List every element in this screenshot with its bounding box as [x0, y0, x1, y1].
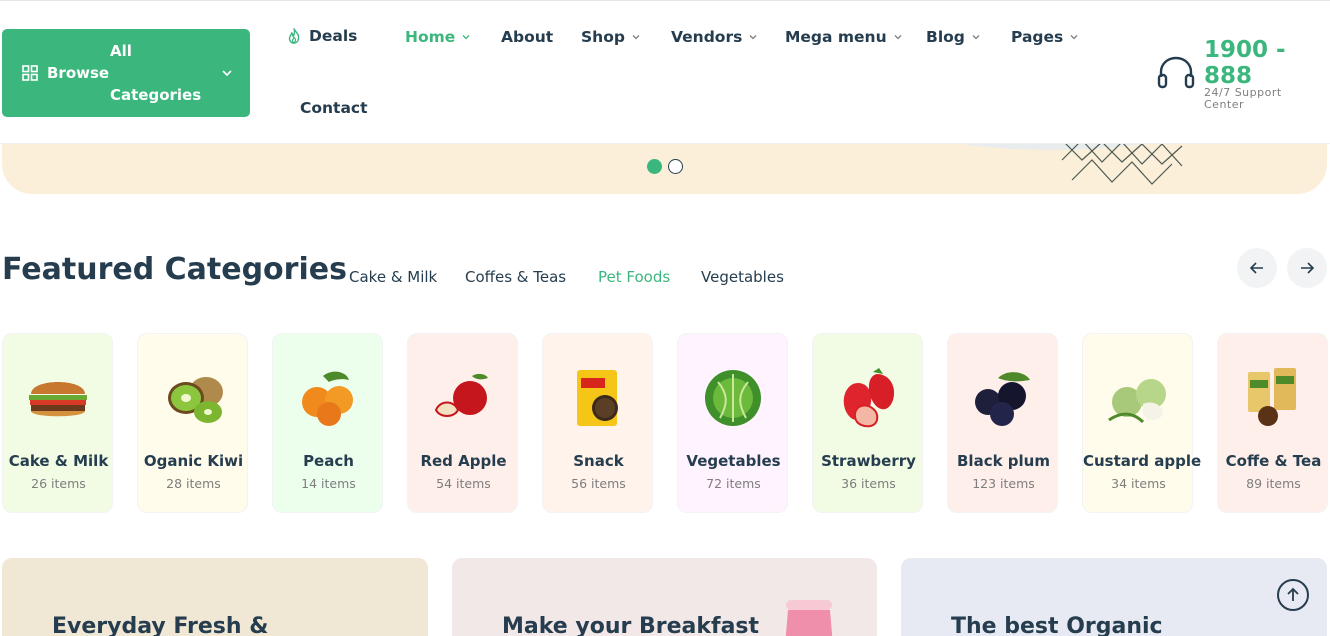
promo-banner[interactable]: Make your Breakfast	[452, 558, 877, 636]
nav-pages-label: Pages	[1011, 28, 1064, 46]
nav-shop-label: Shop	[581, 28, 625, 46]
site-header: All Browse Categories Deals Home About S…	[0, 0, 1330, 143]
category-name: Black plum	[957, 452, 1050, 470]
promo-banner[interactable]: Everyday Fresh &	[2, 558, 428, 636]
nav-home[interactable]: Home	[405, 28, 471, 46]
nav-blog[interactable]: Blog	[926, 28, 981, 46]
nav-vendors-label: Vendors	[671, 28, 743, 46]
category-card[interactable]: Peach 14 items	[272, 333, 383, 513]
promo-title: Everyday Fresh &	[52, 614, 269, 636]
category-count: 54 items	[436, 476, 491, 491]
coffee-tea-pack-icon	[1248, 368, 1296, 426]
category-card[interactable]: Vegetables 72 items	[677, 333, 788, 513]
category-name: Vegetables	[686, 452, 781, 470]
scroll-to-top-button[interactable]	[1277, 579, 1309, 611]
category-name: Peach	[303, 452, 354, 470]
nav-deals-label: Deals	[309, 27, 358, 45]
support-label: 24/7 Support Center	[1204, 86, 1282, 111]
featured-categories-title: Featured Categories	[2, 252, 347, 287]
category-count: 26 items	[31, 476, 86, 491]
cabbage-icon	[705, 370, 761, 426]
browse-label-categories: Categories	[110, 86, 202, 104]
category-count: 14 items	[301, 476, 356, 491]
chevron-down-icon	[894, 35, 902, 40]
nav-vendors[interactable]: Vendors	[671, 28, 758, 46]
category-card[interactable]: Strawberry 36 items	[812, 333, 923, 513]
nav-pages[interactable]: Pages	[1011, 28, 1079, 46]
category-card[interactable]: Coffe & Tea 89 items	[1217, 333, 1328, 513]
category-count: 28 items	[166, 476, 221, 491]
support-contact: 1900 - 888 24/7 Support Center	[1157, 37, 1317, 117]
kiwi-icon	[168, 377, 223, 423]
nav-mega-menu[interactable]: Mega menu	[785, 28, 903, 46]
category-name: Oganic Kiwi	[143, 452, 244, 470]
custard-apple-icon	[1108, 379, 1166, 424]
category-count: 36 items	[841, 476, 896, 491]
promo-title: The best Organic	[951, 614, 1163, 636]
category-name: Strawberry	[821, 452, 916, 470]
category-card[interactable]: Black plum 123 items	[947, 333, 1058, 513]
category-name: Red Apple	[420, 452, 507, 470]
nav-shop[interactable]: Shop	[581, 28, 641, 46]
apple-icon	[434, 373, 488, 417]
nav-home-label: Home	[405, 28, 456, 46]
tab-pet-foods[interactable]: Pet Foods	[598, 268, 670, 286]
category-name: Snack	[573, 452, 624, 470]
milk-bottle-image	[785, 600, 833, 636]
chevron-down-icon	[222, 70, 232, 77]
category-name: Coffe & Tea	[1225, 452, 1322, 470]
chevron-down-icon	[462, 35, 470, 40]
flame-icon	[288, 28, 300, 44]
strawberry-icon	[843, 368, 895, 428]
nav-deals[interactable]: Deals	[285, 27, 357, 45]
arrow-left-icon	[1249, 262, 1263, 274]
snack-pack-icon	[577, 370, 618, 426]
nav-about-label: About	[501, 28, 554, 46]
burger-icon	[29, 382, 87, 417]
carousel-prev-button[interactable]	[1237, 248, 1277, 288]
plum-icon	[975, 372, 1030, 426]
chevron-down-icon	[749, 35, 757, 40]
arrow-right-icon	[1301, 262, 1315, 274]
category-card[interactable]: Custard apple 34 items	[1082, 333, 1202, 513]
category-count: 72 items	[706, 476, 761, 491]
browse-categories-button[interactable]: All Browse Categories	[2, 29, 250, 117]
category-card[interactable]: Oganic Kiwi 28 items	[137, 333, 248, 513]
nav-contact[interactable]: Contact	[300, 99, 368, 117]
tab-cake-milk[interactable]: Cake & Milk	[349, 268, 437, 286]
grid-icon	[22, 65, 38, 81]
category-count: 89 items	[1246, 476, 1301, 491]
headphones-icon	[1157, 56, 1195, 89]
browse-label-all: All	[110, 42, 132, 60]
chevron-down-icon	[632, 35, 640, 40]
tab-coffes-teas[interactable]: Coffes & Teas	[465, 268, 566, 286]
slider-dot[interactable]	[668, 159, 683, 174]
promo-banner[interactable]: The best Organic	[901, 558, 1327, 636]
chevron-down-icon	[1070, 35, 1078, 40]
browse-label: Browse	[47, 64, 110, 82]
category-card[interactable]: Snack 56 items	[542, 333, 653, 513]
nav-about[interactable]: About	[501, 28, 553, 46]
nav-mega-menu-label: Mega menu	[785, 28, 887, 46]
category-card[interactable]: Cake & Milk 26 items	[2, 333, 113, 513]
nav-contact-label: Contact	[300, 99, 368, 117]
category-count: 56 items	[571, 476, 626, 491]
support-phone-number[interactable]: 1900 - 888	[1204, 37, 1294, 89]
category-card[interactable]: Red Apple 54 items	[407, 333, 518, 513]
nav-blog-label: Blog	[926, 28, 965, 46]
category-name: Cake & Milk	[8, 452, 109, 470]
category-count: 123 items	[972, 476, 1035, 491]
category-name: Custard apple	[1083, 452, 1202, 470]
category-count: 34 items	[1111, 476, 1166, 491]
slider-dot-active[interactable]	[647, 159, 662, 174]
peach-icon	[302, 371, 353, 426]
chevron-down-icon	[972, 35, 980, 40]
arrow-up-icon	[1287, 587, 1299, 601]
promo-title: Make your Breakfast	[502, 614, 760, 636]
tab-vegetables[interactable]: Vegetables	[701, 268, 784, 286]
carousel-next-button[interactable]	[1287, 248, 1327, 288]
